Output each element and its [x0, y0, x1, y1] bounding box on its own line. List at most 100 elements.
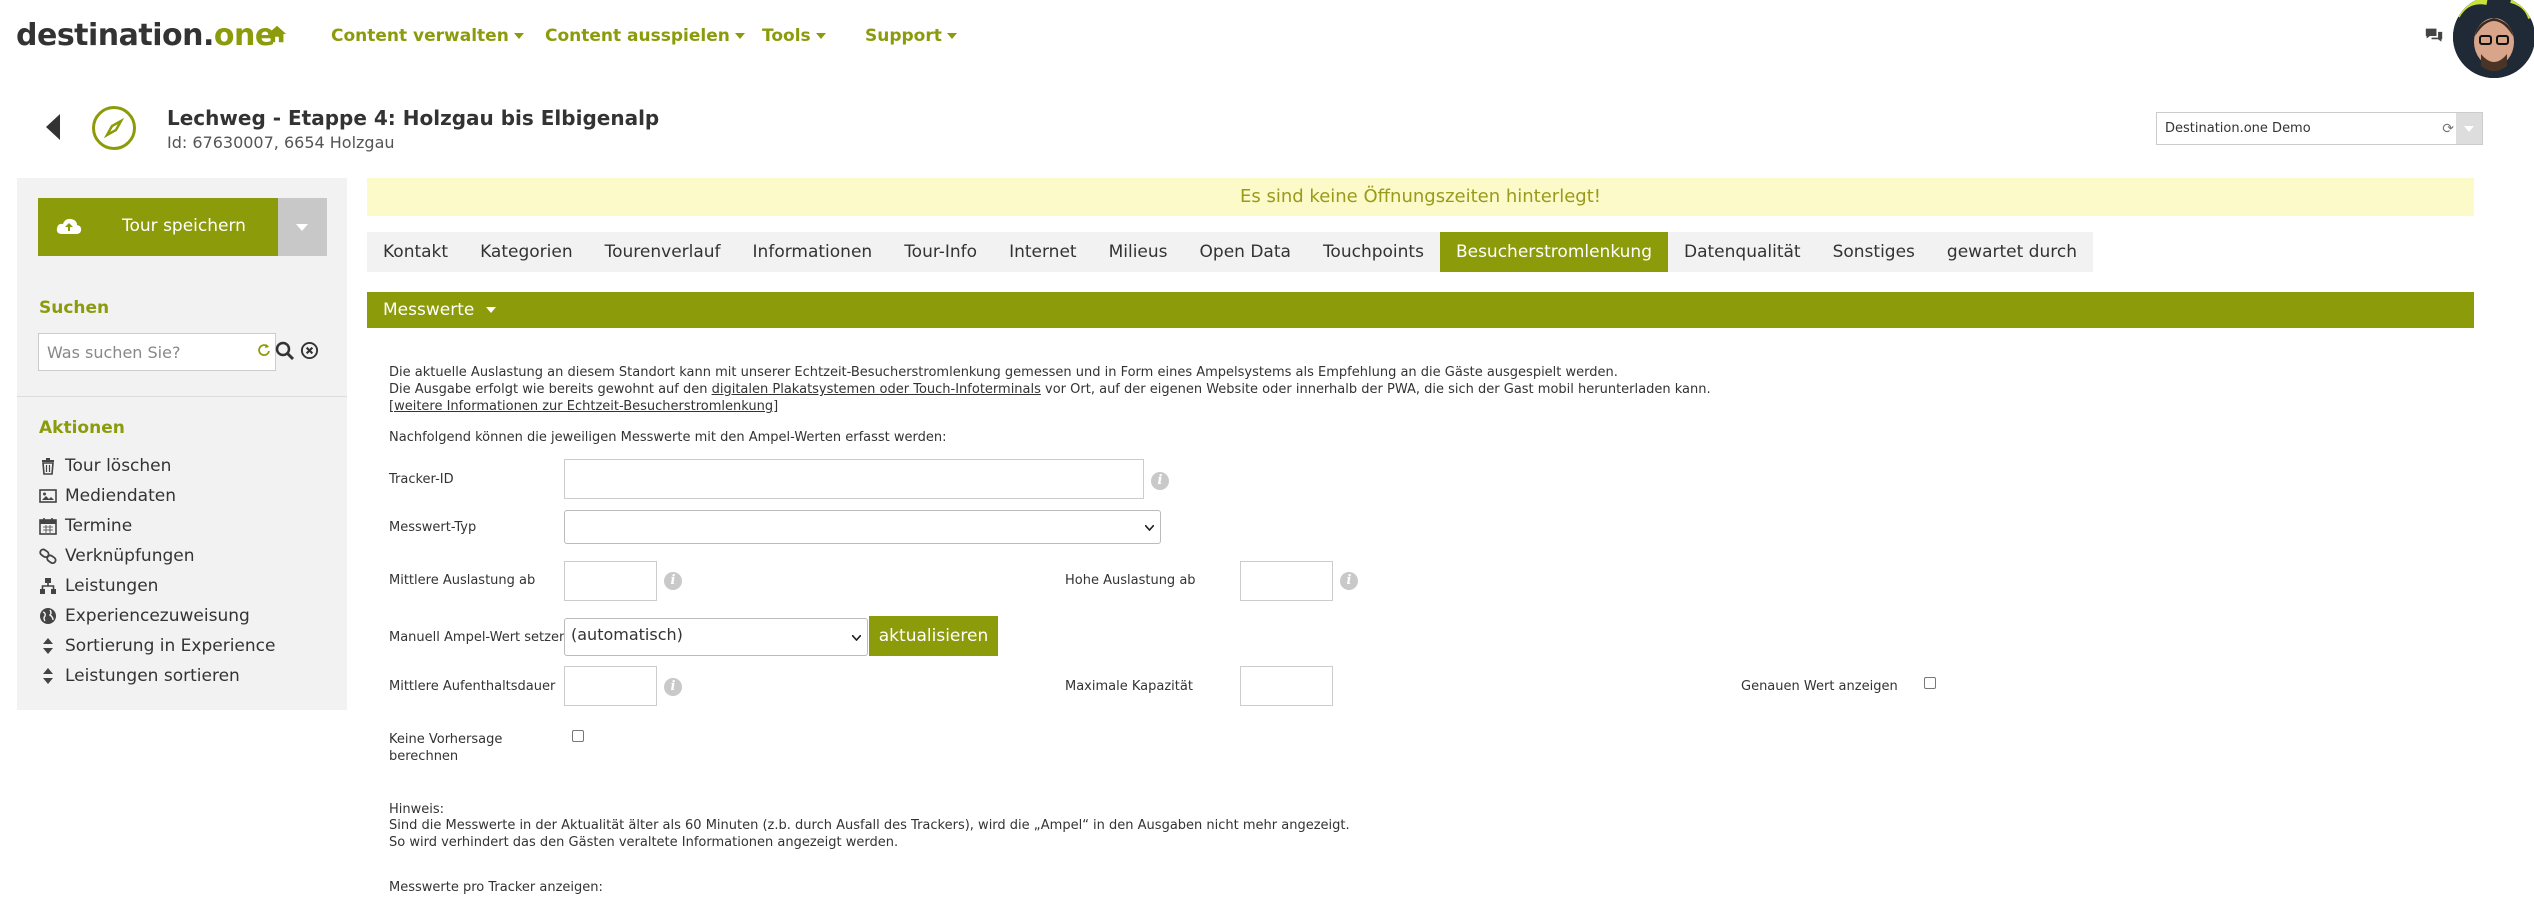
panel-title: Messwerte	[383, 300, 475, 320]
mittlere-auslastung-input[interactable]	[564, 561, 657, 601]
keine-vorhersage-checkbox[interactable]	[572, 730, 584, 742]
action-label: Sortierung in Experience	[65, 636, 276, 656]
opening-hours-notice: Es sind keine Öffnungszeiten hinterlegt!	[367, 178, 2474, 216]
sidebar-divider	[17, 396, 347, 397]
actions-heading: Aktionen	[39, 418, 125, 438]
tab-besucherstromlenkung[interactable]: Besucherstromlenkung	[1439, 232, 1668, 272]
intro-text-2: Die Ausgabe erfolgt wie bereits gewohnt …	[389, 382, 1711, 397]
home-icon[interactable]	[266, 23, 288, 45]
update-button[interactable]: aktualisieren	[869, 616, 998, 656]
ampel-selected-value: (automatisch)	[571, 625, 683, 644]
action-label: Experiencezuweisung	[65, 606, 250, 626]
plakatsysteme-link[interactable]: digitalen Plakatsystemen oder Touch-Info…	[712, 382, 1041, 397]
action-sortierung-experience[interactable]: Sortierung in Experience	[39, 634, 275, 658]
tab-open-data[interactable]: Open Data	[1184, 232, 1307, 272]
tab-tourenverlauf[interactable]: Tourenverlauf	[589, 232, 737, 272]
more-info-link[interactable]: [weitere Informationen zur Echtzeit-Besu…	[389, 399, 778, 414]
messwerte-panel-header[interactable]: Messwerte	[367, 292, 2474, 328]
save-label: Tour speichern	[122, 216, 246, 236]
nav-tools[interactable]: Tools	[762, 26, 826, 46]
tab-tour-info[interactable]: Tour-Info	[888, 232, 993, 272]
intro-text-1: Die aktuelle Auslastung an diesem Stando…	[389, 365, 1618, 380]
page-title: Lechweg - Etappe 4: Holzgau bis Elbigena…	[167, 106, 660, 130]
tab-kontakt[interactable]: Kontakt	[367, 232, 464, 272]
info-icon[interactable]: i	[1340, 572, 1358, 590]
refresh-icon[interactable]: ⟳	[2442, 121, 2454, 137]
app-logo[interactable]: destination.one	[16, 18, 275, 53]
intro-text-2-pre: Die Ausgabe erfolgt wie bereits gewohnt …	[389, 382, 712, 397]
genauen-wert-checkbox[interactable]	[1924, 677, 1936, 689]
tab-touchpoints[interactable]: Touchpoints	[1307, 232, 1440, 272]
clear-icon[interactable]	[300, 341, 319, 360]
hohe-auslastung-input[interactable]	[1240, 561, 1333, 601]
action-verknuepfungen[interactable]: Verknüpfungen	[39, 544, 195, 568]
nav-label: Content verwalten	[331, 26, 509, 46]
ampel-select[interactable]: (automatisch)	[564, 618, 868, 656]
sidebar: Tour speichern Suchen Aktionen Tour lösc…	[17, 178, 347, 710]
tab-kategorien[interactable]: Kategorien	[464, 232, 589, 272]
action-label: Termine	[65, 516, 133, 536]
nav-content-ausspielen[interactable]: Content ausspielen	[545, 26, 745, 46]
action-experiencezuweisung[interactable]: Experiencezuweisung	[39, 604, 250, 628]
compass-icon	[92, 106, 136, 150]
sort-icon	[43, 668, 53, 684]
chevron-down-icon[interactable]	[2456, 113, 2482, 144]
tab-gewartet-durch[interactable]: gewartet durch	[1931, 232, 2093, 272]
maximale-kapazitaet-input[interactable]	[1240, 666, 1333, 706]
tracker-id-input[interactable]	[564, 459, 1144, 499]
mittlere-aufenthaltsdauer-input[interactable]	[564, 666, 657, 706]
action-termine[interactable]: Termine	[39, 514, 132, 538]
save-options-dropdown[interactable]	[278, 198, 327, 256]
chevron-down-icon	[815, 33, 826, 39]
action-leistungen-sortieren[interactable]: Leistungen sortieren	[39, 664, 240, 688]
logo-text: destination.	[16, 18, 214, 53]
back-arrow-icon[interactable]	[46, 114, 60, 140]
mittlere-auslastung-label: Mittlere Auslastung ab	[389, 573, 536, 588]
link-icon	[39, 548, 57, 565]
action-leistungen[interactable]: Leistungen	[39, 574, 158, 598]
sort-icon	[43, 638, 53, 654]
info-icon[interactable]: i	[664, 572, 682, 590]
search-box	[38, 333, 276, 371]
maximale-kapazitaet-label: Maximale Kapazität	[1065, 679, 1193, 694]
nav-support[interactable]: Support	[865, 26, 957, 46]
tenant-select[interactable]: Destination.one Demo ⟳	[2156, 112, 2483, 145]
chevron-down-icon	[734, 33, 745, 39]
chevron-down-icon	[486, 307, 497, 313]
hint-line-1: Sind die Messwerte in der Aktualität ält…	[389, 818, 1350, 833]
action-tour-loeschen[interactable]: Tour löschen	[39, 454, 171, 478]
genauen-wert-label: Genauen Wert anzeigen	[1741, 679, 1898, 694]
page-subtitle: Id: 67630007, 6654 Holzgau	[167, 133, 395, 152]
action-mediendaten[interactable]: Mediendaten	[39, 484, 176, 508]
tab-datenqualitaet[interactable]: Datenqualität	[1668, 232, 1817, 272]
measure-intro: Nachfolgend können die jeweiligen Messwe…	[389, 430, 947, 445]
trash-icon	[42, 458, 54, 475]
nav-label: Tools	[762, 26, 811, 46]
nav-content-verwalten[interactable]: Content verwalten	[331, 26, 524, 46]
tab-informationen[interactable]: Informationen	[737, 232, 889, 272]
nav-label: Content ausspielen	[545, 26, 730, 46]
avatar-image	[2453, 0, 2534, 78]
tab-milieus[interactable]: Milieus	[1093, 232, 1184, 272]
action-label: Mediendaten	[65, 486, 176, 506]
action-label: Leistungen sortieren	[65, 666, 240, 686]
messwert-typ-select[interactable]	[564, 510, 1161, 544]
search-icon[interactable]	[275, 341, 295, 361]
hint-line-2: So wird verhindert das den Gästen veralt…	[389, 835, 899, 850]
hint-title: Hinweis:	[389, 802, 445, 817]
info-icon[interactable]: i	[664, 678, 682, 696]
tab-internet[interactable]: Internet	[993, 232, 1093, 272]
refresh-icon[interactable]	[257, 343, 271, 357]
search-input[interactable]	[47, 334, 247, 370]
chevron-down-icon	[946, 33, 957, 39]
save-tour-button[interactable]: Tour speichern	[38, 198, 278, 256]
user-avatar[interactable]	[2453, 0, 2534, 78]
chat-icon[interactable]	[2424, 27, 2444, 45]
action-label: Verknüpfungen	[65, 546, 195, 566]
tab-sonstiges[interactable]: Sonstiges	[1817, 232, 1931, 272]
sitemap-icon	[40, 578, 56, 594]
globe-icon	[40, 608, 56, 624]
intro-text-2-post: vor Ort, auf der eigenen Website oder in…	[1040, 382, 1711, 397]
cloud-upload-icon	[56, 218, 82, 234]
info-icon[interactable]: i	[1151, 472, 1169, 490]
